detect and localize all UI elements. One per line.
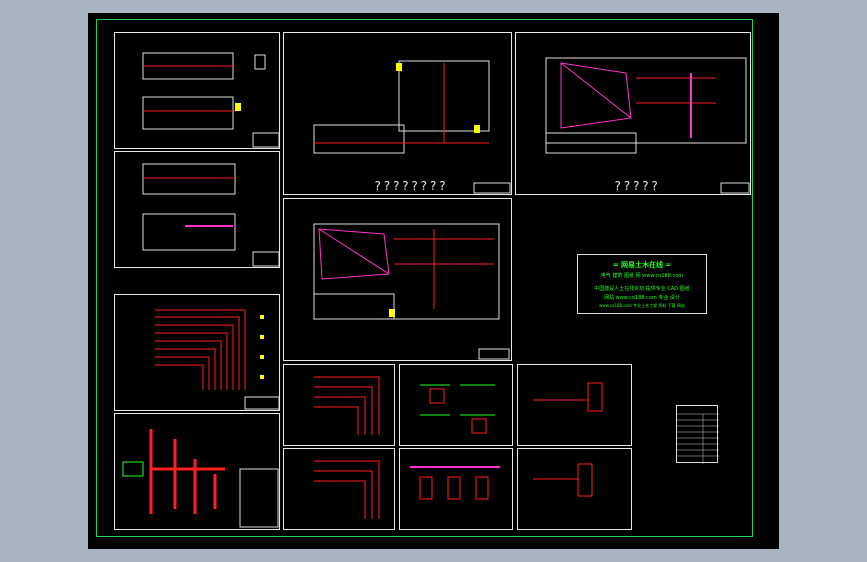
table-icon [676,405,719,464]
sheet-floor-plan-b-drawing [545,57,750,194]
promo-title: = 网易土木在线 = [612,261,672,269]
sheet-detail-2-drawing [420,384,495,434]
sheet-floor-plan-a-caption: ???????? [374,179,448,193]
sheet-riser-drawing [155,309,279,410]
sheet-floor-plan-a[interactable]: ???????? [283,32,512,195]
sheet-detail-1-drawing [314,376,380,435]
sheet-plan-2-drawing [142,163,279,267]
sheet-detail-3[interactable] [517,364,632,446]
sheet-plan-1-drawing [142,52,279,148]
sheet-detail-2[interactable] [399,364,513,446]
promo-line-2: 中国建设人士在线论坛 提供专业 CAD 图纸 [594,286,690,292]
sheet-floor-plan-a-drawing [313,60,511,194]
sheet-floor-plan-c-drawing [313,223,510,360]
promo-line-3: 网站 www.co188.com 专业 设计 [604,295,680,301]
sheet-detail-5-drawing [410,466,500,500]
sheet-plan-1[interactable] [114,32,280,149]
sheet-detail-1[interactable] [283,364,395,446]
sheet-detail-4[interactable] [283,448,395,530]
sheet-floor-plan-c[interactable] [283,198,512,361]
sheet-system-diagram[interactable] [114,413,280,530]
sheet-system-drawing [122,429,279,528]
sheet-riser-diagram[interactable] [114,294,280,411]
sheet-detail-5[interactable] [399,448,513,530]
sheet-detail-4-drawing [314,460,380,519]
sheet-floor-plan-b-caption: ????? [614,179,661,193]
sheet-plan-2[interactable] [114,151,280,268]
legend-table-drawing [677,413,719,464]
sheet-floor-plan-b[interactable]: ????? [515,32,751,195]
promo-line-4: www.co188.com 专业土木工程 资料 下载 网站 [599,303,685,308]
sheet-detail-3-drawing [533,382,603,412]
promo-box: = 网易土木在线 = 电气 建筑 图纸 网 www.co188.com 中国建设… [577,254,707,314]
promo-line-1: 电气 建筑 图纸 网 www.co188.com [600,273,684,279]
sheet-detail-6-drawing [533,463,593,497]
sheet-detail-6[interactable] [517,448,632,530]
